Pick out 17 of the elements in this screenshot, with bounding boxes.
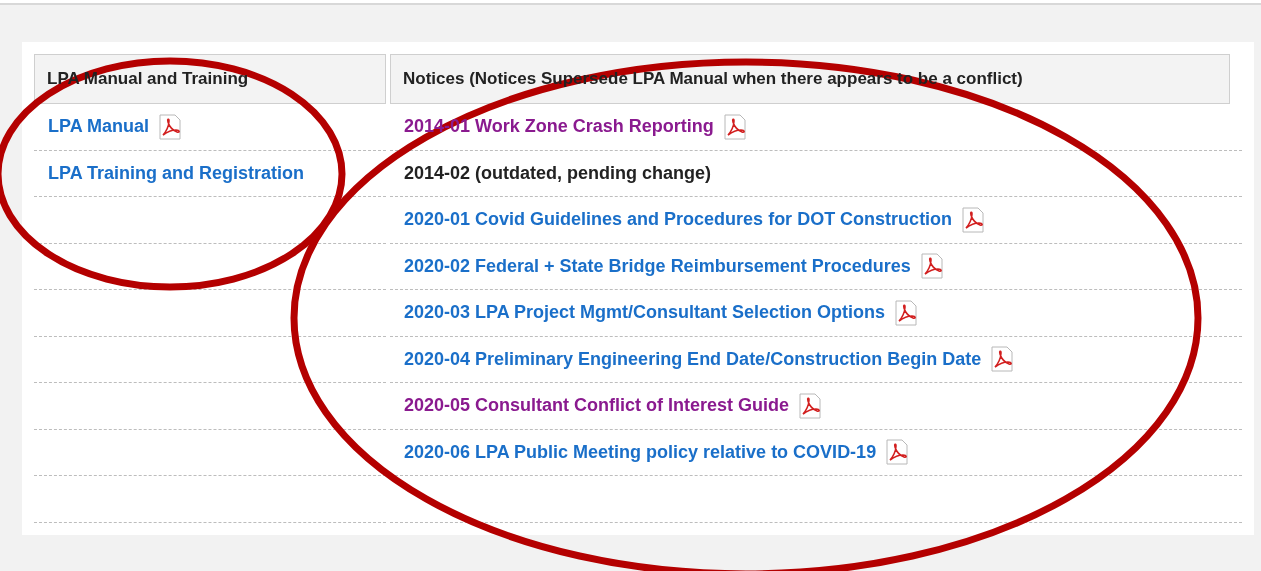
pdf-icon [721, 113, 748, 140]
document-link[interactable]: LPA Training and Registration [48, 159, 305, 187]
document-link[interactable]: 2020-06 LPA Public Meeting policy relative to COVID-19 [404, 438, 877, 466]
document-link[interactable]: 2020-02 Federal + State Bridge Reimbursement Procedures [404, 252, 911, 280]
document-link[interactable]: 2020-01 Covid Guidelines and Procedures for DOT Construction [404, 206, 953, 234]
pdf-icon [157, 113, 183, 140]
pdf-icon [797, 392, 824, 419]
pdf-icon [918, 253, 945, 280]
notice-text: 2014-02 (outdated, pending change) [404, 161, 712, 185]
document-link[interactable]: LPA Manual [48, 113, 149, 141]
document-link[interactable]: 2020-05 Consultant Conflict of Interest Guide [404, 392, 790, 420]
pdf-icon [884, 439, 911, 466]
document-link[interactable]: 2020-03 LPA Project Mgmt/Consultant Selection Options [404, 299, 886, 327]
pdf-icon [893, 299, 920, 326]
document-link[interactable]: 2020-04 Preliminary Engineering End Date/Construction Begin Date [404, 345, 982, 373]
pdf-icon [989, 346, 1016, 373]
pdf-icon [960, 206, 987, 233]
